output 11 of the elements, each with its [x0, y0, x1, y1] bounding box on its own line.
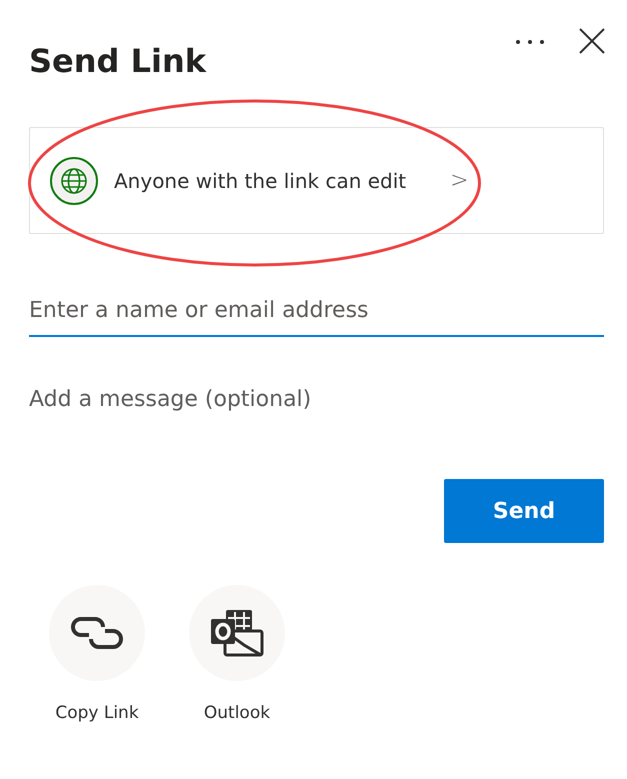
link-settings-button[interactable]: Anyone with the link can edit > [29, 127, 604, 234]
mail-calendar-icon [210, 609, 264, 657]
share-option-label: Copy Link [55, 702, 139, 725]
close-icon [579, 28, 605, 54]
close-button[interactable] [579, 28, 605, 54]
chevron-icon: > [450, 164, 469, 197]
share-option-label: Outlook [204, 702, 270, 725]
dialog-title: Send Link [29, 41, 206, 80]
more-icon [515, 38, 545, 45]
send-button[interactable]: Send [444, 479, 604, 543]
globe-icon [50, 156, 98, 204]
